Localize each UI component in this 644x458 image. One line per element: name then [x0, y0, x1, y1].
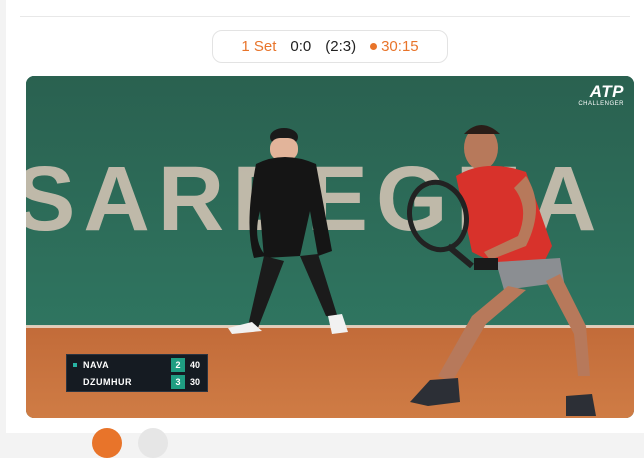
- live-points: 30:15: [370, 38, 419, 55]
- live-dot-icon: [370, 43, 378, 50]
- atp-logo-sub: CHALLENGER: [578, 101, 624, 107]
- player-set-score: 2: [171, 357, 185, 372]
- live-points-value: 30:15: [381, 38, 419, 55]
- match-score-pill: 1 Set 0:0 (2:3) 30:15: [212, 30, 448, 63]
- game-score: (2:3): [325, 38, 357, 55]
- scoreboard-row: NAVA 2 40: [67, 356, 207, 373]
- video-player[interactable]: SARDEGNA: [26, 76, 634, 418]
- set-label: 1 Set: [241, 38, 277, 55]
- player-set-score: 3: [171, 374, 185, 389]
- atp-logo: ATP CHALLENGER: [578, 82, 624, 108]
- divider: [20, 16, 630, 17]
- player-name: DZUMHUR: [83, 376, 132, 387]
- match-card: 1 Set 0:0 (2:3) 30:15 SARDEGNA: [6, 0, 644, 458]
- atp-logo-main: ATP: [589, 82, 624, 101]
- scoreboard-row: DZUMHUR 3 30: [67, 373, 207, 390]
- court-line: [26, 325, 634, 328]
- player-game-points: 40: [189, 359, 200, 370]
- set-score: 0:0: [290, 38, 312, 55]
- serve-indicator-icon: [73, 362, 77, 367]
- tv-scoreboard: NAVA 2 40 DZUMHUR 3 30: [66, 354, 208, 392]
- player-game-points: 30: [189, 376, 200, 387]
- player-name: NAVA: [83, 359, 110, 370]
